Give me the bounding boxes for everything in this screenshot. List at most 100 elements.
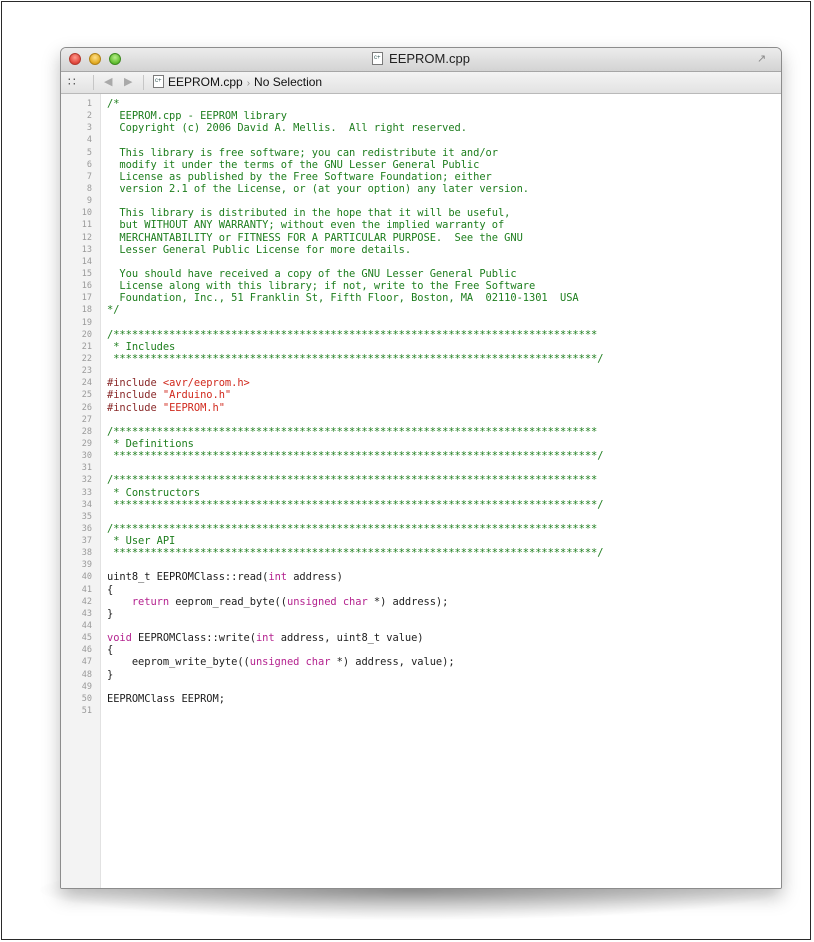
code-token: unsigned char: [249, 656, 331, 669]
line-number: 40: [81, 572, 92, 583]
code-line[interactable]: 20 /*************************************…: [61, 329, 781, 341]
code-line[interactable]: 45 void EEPROMClass::write(int address, u…: [61, 632, 781, 644]
code-line[interactable]: 36 /*************************************…: [61, 523, 781, 535]
code-line[interactable]: 44: [61, 620, 781, 632]
code-line[interactable]: 41 {: [61, 584, 781, 596]
code-token: int: [268, 571, 287, 584]
code-line[interactable]: 32 /*************************************…: [61, 474, 781, 486]
code-text: {: [107, 644, 113, 656]
code-token: uint8_t EEPROMClass::read(: [107, 571, 269, 584]
code-line[interactable]: 30 *************************************…: [61, 450, 781, 462]
code-line[interactable]: 7 License as published by the Free Softw…: [61, 171, 781, 183]
code-line[interactable]: 48}: [61, 669, 781, 681]
line-number: 39: [81, 560, 92, 571]
code-line[interactable]: 39: [61, 559, 781, 571]
code-line[interactable]: 9: [61, 195, 781, 207]
code-token: unsigned char: [286, 595, 368, 608]
code-line[interactable]: 51: [61, 705, 781, 717]
code-line[interactable]: 46 {: [61, 644, 781, 656]
related-items-grid-icon[interactable]: ∷: [68, 76, 76, 89]
code-line[interactable]: 49: [61, 681, 781, 693]
code-token: License along with this library; if not,…: [107, 280, 536, 293]
code-line[interactable]: 23: [61, 365, 781, 377]
code-line[interactable]: 19: [61, 317, 781, 329]
source-code[interactable]: 1/* 2 EEPROM.cpp - EEPROM library 3 Copyri…: [61, 98, 781, 717]
code-token: }: [107, 668, 114, 681]
code-line[interactable]: 37 * User API: [61, 535, 781, 547]
line-number: 44: [81, 621, 92, 632]
line-number: 11: [81, 220, 92, 231]
code-line[interactable]: 38 *************************************…: [61, 547, 781, 559]
line-number: 36: [81, 523, 92, 534]
code-token: but WITHOUT ANY WARRANTY; without even t…: [107, 219, 505, 232]
code-line[interactable]: 2 EEPROM.cpp - EEPROM library: [61, 110, 781, 122]
title-bar[interactable]: EEPROM.cpp ↗: [61, 48, 781, 72]
breadcrumb-selection[interactable]: No Selection: [254, 75, 322, 89]
line-number: 7: [86, 171, 92, 182]
code-line[interactable]: 6 modify it under the terms of the GNU L…: [61, 159, 781, 171]
code-line[interactable]: 15 You should have received a copy of th…: [61, 268, 781, 280]
line-number: 29: [81, 438, 92, 449]
line-number: 51: [81, 706, 92, 717]
code-text: MERCHANTABILITY or FITNESS FOR A PARTICU…: [107, 232, 522, 244]
code-line[interactable]: 35: [61, 511, 781, 523]
code-token: Foundation, Inc., 51 Franklin St, Fifth …: [107, 292, 579, 305]
code-text: * Includes: [107, 341, 175, 353]
code-line[interactable]: 5 This library is free software; you can…: [61, 147, 781, 159]
line-number: 41: [81, 584, 92, 595]
code-line[interactable]: 22 *************************************…: [61, 353, 781, 365]
line-number: 4: [86, 135, 92, 146]
code-line[interactable]: 10 This library is distributed in the ho…: [61, 207, 781, 219]
code-line[interactable]: 3 Copyright (c) 2006 David A. Mellis. Al…: [61, 122, 781, 134]
code-line[interactable]: 25 #include "Arduino.h": [61, 389, 781, 401]
line-number: 8: [86, 183, 92, 194]
code-line[interactable]: 28 /*************************************…: [61, 426, 781, 438]
line-number: 30: [81, 451, 92, 462]
window-title: EEPROM.cpp: [389, 51, 470, 66]
code-line[interactable]: 4: [61, 134, 781, 146]
code-line[interactable]: 27: [61, 414, 781, 426]
code-line[interactable]: 16 License along with this library; if n…: [61, 280, 781, 292]
code-line[interactable]: 31: [61, 462, 781, 474]
code-line[interactable]: 24 #include <avr/eeprom.h>: [61, 377, 781, 389]
code-line[interactable]: 26 #include "EEPROM.h": [61, 402, 781, 414]
forward-arrow-icon[interactable]: ▶: [124, 75, 132, 88]
code-text: * Definitions: [107, 438, 194, 450]
code-line[interactable]: 12 MERCHANTABILITY or FITNESS FOR A PART…: [61, 232, 781, 244]
line-number: 42: [81, 596, 92, 607]
code-editor[interactable]: 1/* 2 EEPROM.cpp - EEPROM library 3 Copyri…: [61, 94, 781, 888]
code-line[interactable]: 40 uint8_t EEPROMClass::read(int address): [61, 571, 781, 583]
code-line[interactable]: 43}: [61, 608, 781, 620]
code-line[interactable]: 42 return eeprom_read_byte((unsigned cha…: [61, 596, 781, 608]
breadcrumb-file[interactable]: EEPROM.cpp: [168, 75, 243, 89]
code-line[interactable]: 17 Foundation, Inc., 51 Franklin St, Fif…: [61, 292, 781, 304]
code-line[interactable]: 47 eeprom_write_byte((unsigned char *) a…: [61, 656, 781, 668]
line-number: 45: [81, 633, 92, 644]
line-number: 48: [81, 669, 92, 680]
code-token: /***************************************…: [107, 328, 598, 341]
code-line[interactable]: 18 */: [61, 304, 781, 316]
code-token: /***************************************…: [107, 425, 598, 438]
code-line[interactable]: 11 but WITHOUT ANY WARRANTY; without eve…: [61, 219, 781, 231]
code-line[interactable]: 14: [61, 256, 781, 268]
code-line[interactable]: 21 * Includes: [61, 341, 781, 353]
code-token: #include: [107, 401, 163, 414]
code-line[interactable]: 50 EEPROMClass EEPROM;: [61, 693, 781, 705]
line-number: 37: [81, 536, 92, 547]
code-text: return eeprom_read_byte((unsigned char *…: [107, 595, 449, 608]
jump-bar-divider: [143, 75, 144, 90]
code-line[interactable]: 29 * Definitions: [61, 438, 781, 450]
fullscreen-icon[interactable]: ↗: [757, 53, 769, 65]
code-line[interactable]: 34 *************************************…: [61, 499, 781, 511]
code-text: * User API: [107, 535, 175, 547]
code-token: {: [107, 644, 114, 657]
code-line[interactable]: 1 /*: [61, 98, 781, 110]
breadcrumb: EEPROM.cpp›No Selection: [153, 75, 322, 89]
code-line[interactable]: 8 version 2.1 of the License, or (at you…: [61, 183, 781, 195]
back-arrow-icon[interactable]: ◀: [104, 75, 112, 88]
code-text: #include "Arduino.h": [107, 389, 231, 401]
code-line[interactable]: 33 * Constructors: [61, 487, 781, 499]
code-line[interactable]: 13 Lesser General Public License for mor…: [61, 244, 781, 256]
code-text: eeprom_write_byte((unsigned char *) addr…: [107, 656, 455, 668]
code-text: ****************************************…: [107, 499, 603, 511]
